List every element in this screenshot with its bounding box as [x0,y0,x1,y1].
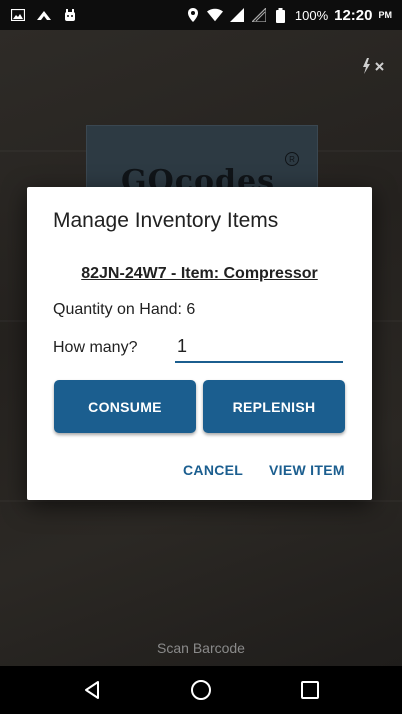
how-many-label: How many? [53,339,138,356]
clock-ampm: PM [378,10,393,20]
registered-mark-icon: R [285,152,299,166]
manage-inventory-dialog: Manage Inventory Items 82JN-24W7 - Item:… [27,187,372,500]
item-name: 82JN-24W7 - Item: Compressor [81,265,318,282]
quantity-on-hand: Quantity on Hand: 6 [53,301,196,318]
recents-icon[interactable] [295,675,325,705]
view-item-button[interactable]: VIEW ITEM [269,462,345,478]
replenish-button[interactable]: REPLENISH [203,380,345,433]
status-bar: 100% 12:20 PM [0,0,402,30]
back-icon[interactable] [77,675,107,705]
image-icon [10,8,26,22]
wifi-icon [206,8,223,22]
cloud-icon [36,8,52,22]
battery-percent: 100% [294,7,329,23]
cancel-button[interactable]: CANCEL [183,462,243,478]
battery-icon [273,7,289,23]
signal-icon [229,8,245,22]
scan-barcode-label: Scan Barcode [157,640,245,656]
phone-screen: 100% 12:20 PM GOcodes R Scan Barcode Man… [0,0,402,714]
android-icon [62,8,78,22]
dialog-title: Manage Inventory Items [53,209,279,232]
how-many-input[interactable] [175,331,343,363]
home-icon[interactable] [186,675,216,705]
flash-off-icon[interactable] [362,58,386,74]
location-icon [185,8,201,22]
no-signal-icon [251,8,267,22]
clock-time: 12:20 [334,6,373,24]
navigation-bar [0,666,402,714]
consume-button[interactable]: CONSUME [54,380,196,433]
